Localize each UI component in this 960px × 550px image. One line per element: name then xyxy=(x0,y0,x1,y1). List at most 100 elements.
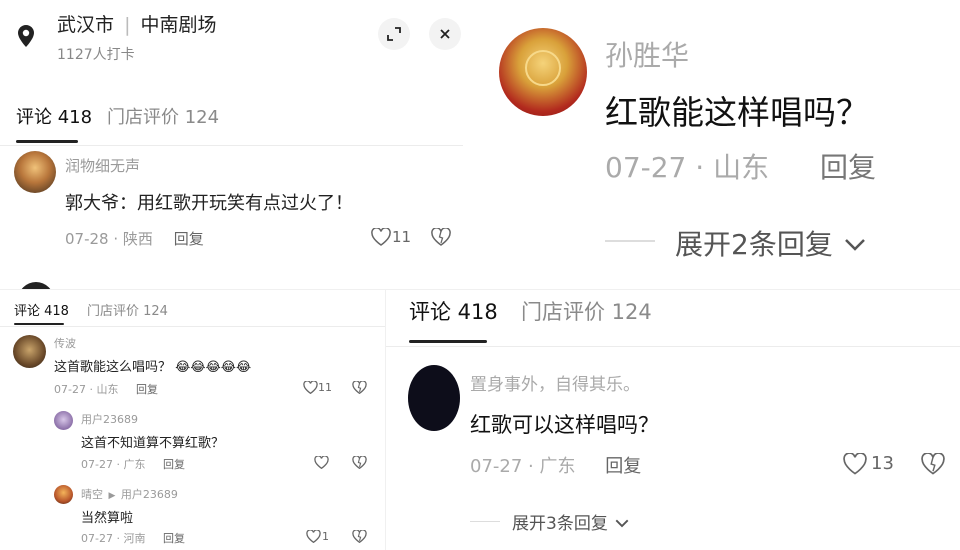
meta-dot: · xyxy=(528,456,540,477)
reply-button[interactable]: 回复 xyxy=(163,458,185,471)
like-icon[interactable] xyxy=(305,528,321,544)
location-separator: | xyxy=(124,14,131,36)
comment-username[interactable]: 孙胜华 xyxy=(605,34,689,74)
location-pin-icon xyxy=(14,22,38,50)
close-icon[interactable] xyxy=(429,18,461,50)
reply-to-username[interactable]: 用户23689 xyxy=(121,488,178,501)
like-count: 13 xyxy=(871,453,894,474)
like-count: 11 xyxy=(392,228,412,246)
comment-text-body: 这首歌能这么唱吗？ xyxy=(54,360,172,375)
comment-meta: 07-28 · 陕西 回复 xyxy=(65,228,204,249)
comment-region: 广东 xyxy=(123,458,146,471)
avatar[interactable] xyxy=(54,485,73,504)
comment-date: 07-27 xyxy=(81,532,113,545)
like-count: 11 xyxy=(318,381,332,394)
reply-button[interactable]: 回复 xyxy=(136,383,158,396)
tab-underline xyxy=(409,340,487,343)
dislike-icon[interactable] xyxy=(351,528,367,544)
expand-replies-label: 展开3条回复 xyxy=(512,514,608,534)
dislike-icon[interactable] xyxy=(430,226,452,248)
meta-dot: · xyxy=(113,230,123,248)
comment-meta: 07-27 · 山东 回复 xyxy=(54,383,158,396)
avatar[interactable] xyxy=(14,151,56,193)
reply-button[interactable]: 回复 xyxy=(820,151,876,184)
location-venue: 中南剧场 xyxy=(140,14,217,36)
comment-username[interactable]: 传波 xyxy=(54,335,76,351)
comment-meta: 07-27 · 山东 回复 xyxy=(605,146,876,186)
emoji-2: 😂 xyxy=(205,360,221,375)
reply-arrow-icon: ▶ xyxy=(108,491,116,501)
comment-text: 红歌能这样唱吗？ xyxy=(605,93,869,132)
expand-replies-label: 展开2条回复 xyxy=(675,228,833,261)
comment-date: 07-27 xyxy=(605,151,687,184)
comment-region: 广东 xyxy=(539,456,576,477)
comment-date: 07-28 xyxy=(65,230,109,248)
location-city: 武汉市 xyxy=(57,14,115,36)
like-icon[interactable] xyxy=(842,451,868,477)
comment-date: 07-27 xyxy=(81,458,113,471)
comment-region: 河南 xyxy=(123,532,146,545)
reply-button[interactable]: 回复 xyxy=(174,230,204,248)
expand-replies-button[interactable]: 展开2条回复 xyxy=(675,223,868,263)
reply-button[interactable]: 回复 xyxy=(605,456,641,477)
comment-username[interactable]: 晴空 xyxy=(81,488,103,501)
comment-text: 郭大爷：用红歌开玩笑有点过火了！ xyxy=(65,193,353,214)
tab-store-reviews[interactable]: 门店评价 124 xyxy=(107,103,219,129)
avatar[interactable] xyxy=(499,28,587,116)
chevron-down-icon xyxy=(613,517,631,531)
emoji-1: 😂 xyxy=(190,360,206,375)
emoji-4: 😂 xyxy=(235,360,252,375)
comment-date: 07-27 xyxy=(470,456,523,477)
expand-icon[interactable] xyxy=(378,18,410,50)
avatar[interactable] xyxy=(408,365,460,431)
meta-dot: · xyxy=(695,151,714,184)
expand-line xyxy=(470,521,500,522)
comment-text: 当然算啦 xyxy=(81,511,134,526)
panel-top-right: 孙胜华 红歌能这样唱吗？ 07-27 · 山东 回复 展开2条回复 xyxy=(463,0,960,290)
location-title[interactable]: 武汉市 | 中南剧场 xyxy=(57,10,217,37)
comment-region: 山东 xyxy=(713,151,770,184)
like-icon[interactable] xyxy=(370,226,392,248)
tab-comments[interactable]: 评论 418 xyxy=(16,103,92,129)
tab-underline xyxy=(16,140,78,143)
chevron-down-icon xyxy=(842,235,868,255)
expand-replies-button[interactable]: 展开3条回复 xyxy=(512,509,631,534)
panel-bottom-left: 评论 418 门店评价 124 传波 这首歌能这么唱吗？ 😂😂😂😂😂 07-27… xyxy=(0,290,385,550)
panel-divider-vertical xyxy=(385,290,386,550)
reply-button[interactable]: 回复 xyxy=(163,532,185,545)
comment-text: 这首歌能这么唱吗？ 😂😂😂😂😂 xyxy=(54,356,251,375)
comment-date: 07-27 xyxy=(54,383,86,396)
comment-username[interactable]: 置身事外，自得其乐。 xyxy=(470,370,640,395)
comment-username-line: 晴空 ▶ 用户23689 xyxy=(81,486,178,502)
like-count: 1 xyxy=(322,530,329,543)
comment-text: 红歌可以这样唱吗？ xyxy=(470,413,659,437)
like-icon[interactable] xyxy=(302,379,318,395)
comment-region: 陕西 xyxy=(122,230,153,248)
comment-username[interactable]: 用户23689 xyxy=(81,411,138,427)
tab-store-reviews[interactable]: 门店评价 124 xyxy=(87,300,168,319)
avatar[interactable] xyxy=(13,335,46,368)
divider xyxy=(385,346,960,347)
panel-top-left: 武汉市 | 中南剧场 1127人打卡 评论 418 门店评价 124 润物细无声… xyxy=(0,0,463,290)
emoji-3: 😂 xyxy=(220,360,236,375)
panel-divider-horizontal xyxy=(0,289,960,290)
comment-meta: 07-27 · 广东 回复 xyxy=(470,452,641,478)
tab-comments[interactable]: 评论 418 xyxy=(14,300,69,319)
comment-meta: 07-27 · 广东 回复 xyxy=(81,458,185,471)
avatar[interactable] xyxy=(54,411,73,430)
like-icon[interactable] xyxy=(313,454,329,470)
comment-username[interactable]: 润物细无声 xyxy=(65,155,140,176)
divider xyxy=(0,326,385,327)
tab-store-reviews[interactable]: 门店评价 124 xyxy=(521,296,652,326)
tab-underline xyxy=(14,323,64,325)
panel-bottom-right: 评论 418 门店评价 124 置身事外，自得其乐。 红歌可以这样唱吗？ 07-… xyxy=(385,290,960,550)
tab-comments[interactable]: 评论 418 xyxy=(409,296,498,326)
emoji-0: 😂 xyxy=(175,360,191,375)
comment-region: 山东 xyxy=(96,383,119,396)
checkin-count: 1127人打卡 xyxy=(57,47,135,63)
dislike-icon[interactable] xyxy=(920,451,946,477)
expand-line xyxy=(605,240,655,242)
dislike-icon[interactable] xyxy=(351,454,367,470)
dislike-icon[interactable] xyxy=(351,379,367,395)
comment-text: 这首不知道算不算红歌？ xyxy=(81,436,225,451)
